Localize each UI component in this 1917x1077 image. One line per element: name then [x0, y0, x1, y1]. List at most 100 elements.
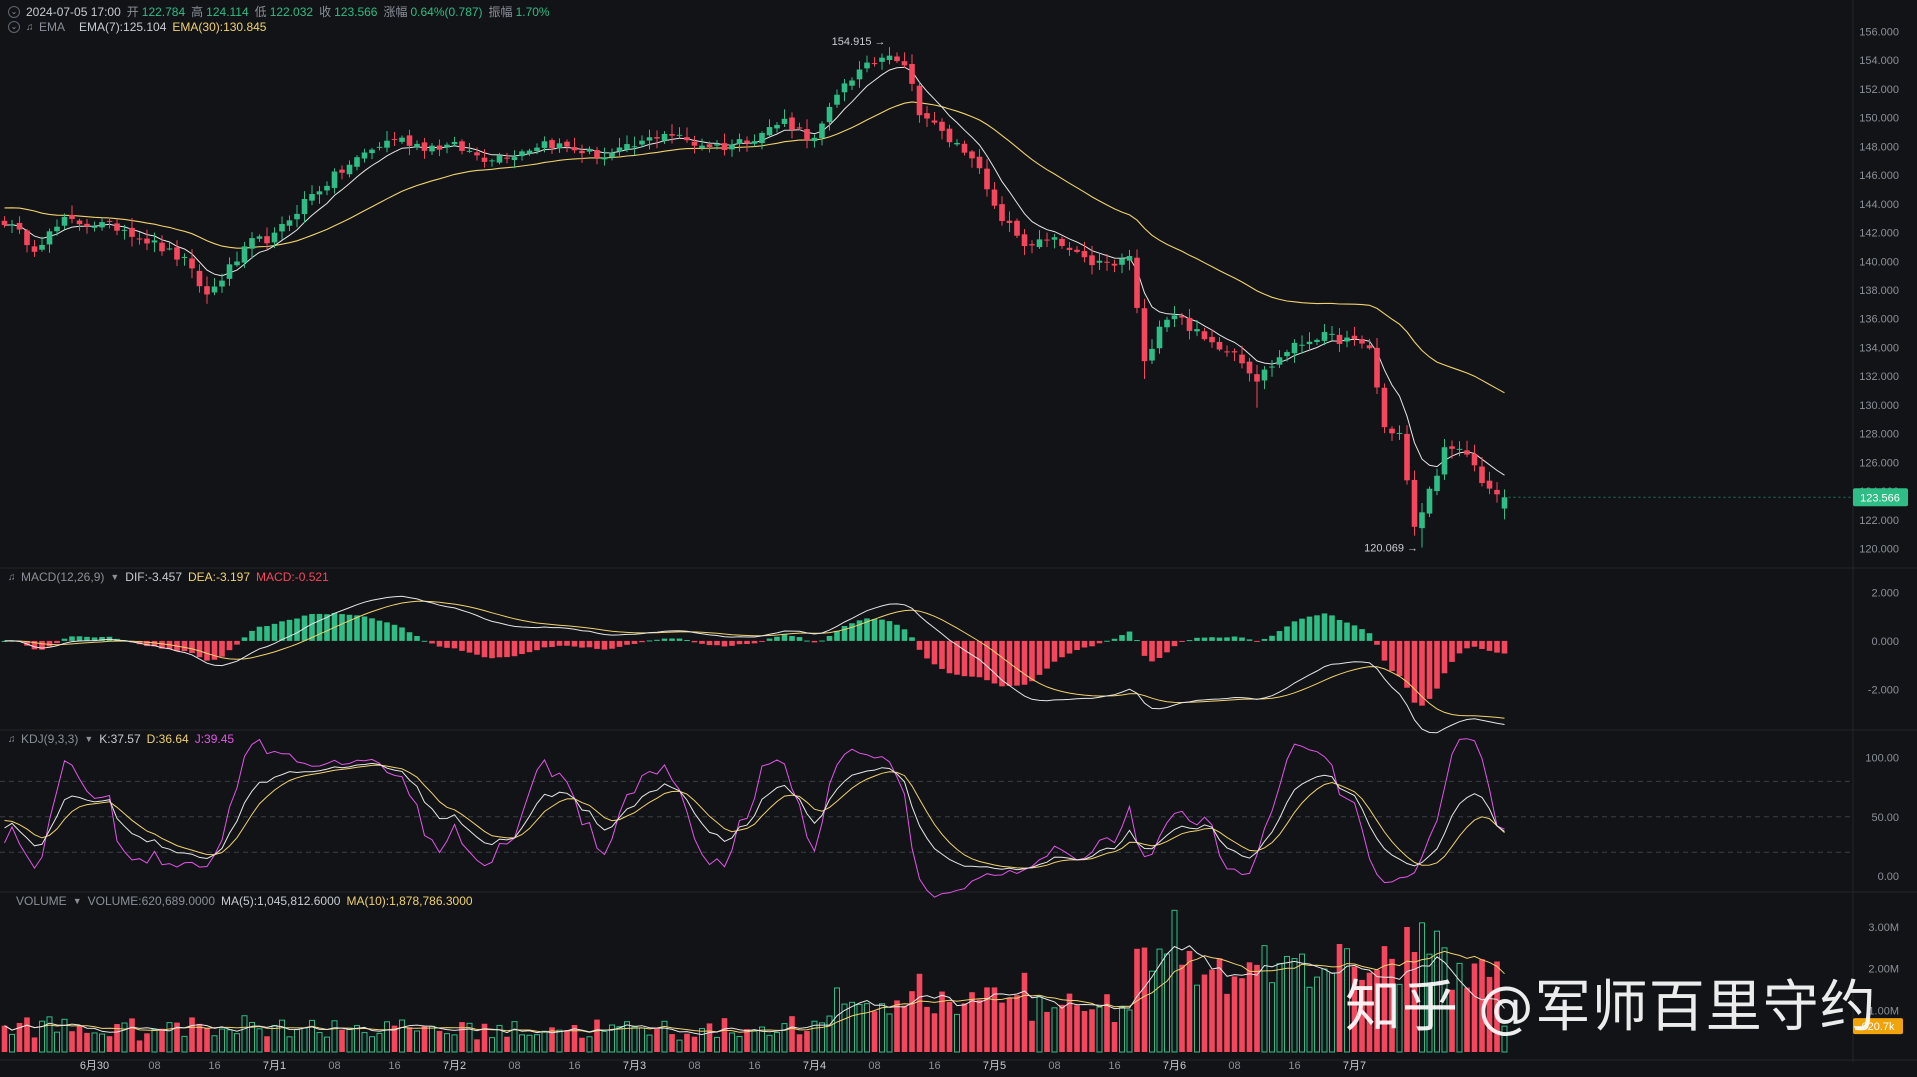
macd-histogram-bar	[841, 625, 848, 641]
volume-bar	[1216, 958, 1223, 1052]
candle-body	[976, 156, 983, 169]
candle-body	[219, 280, 225, 287]
candle-body	[1306, 341, 1313, 345]
time-tick-label: 08	[328, 1060, 340, 1072]
volume-bar	[714, 1036, 720, 1053]
chevron-down-icon[interactable]: ▼	[110, 572, 119, 582]
high-value: 124.114	[206, 4, 249, 19]
candle-body	[114, 223, 120, 231]
candle-body	[279, 223, 285, 232]
candle-body	[511, 157, 518, 161]
k-value: K:37.57	[99, 732, 141, 746]
volume-bar	[669, 1034, 675, 1052]
candle-body	[586, 148, 593, 152]
volume-bar	[1269, 982, 1275, 1053]
chevron-down-icon[interactable]: ▼	[73, 896, 82, 906]
volume-bar	[976, 999, 983, 1052]
candle-body	[324, 185, 330, 191]
macd-histogram-bar	[1374, 640, 1380, 645]
bell-icon[interactable]: ♫	[8, 734, 19, 745]
j-value: J:39.45	[194, 732, 235, 746]
price-tick-label: 154.000	[1859, 55, 1899, 67]
macd-histogram-bar	[1314, 615, 1320, 641]
volume-bar	[744, 1029, 750, 1052]
macd-histogram-bar	[196, 640, 203, 658]
macd-histogram-bar	[751, 640, 758, 644]
bell-icon[interactable]: ♫	[26, 22, 37, 33]
candle-body	[159, 242, 165, 252]
macd-histogram-bar	[1284, 626, 1290, 641]
macd-histogram-bar	[586, 640, 593, 648]
candle-body	[339, 169, 345, 173]
candle-body	[864, 62, 870, 69]
volume-bar	[736, 1036, 743, 1053]
candle-body	[1074, 249, 1080, 252]
candle-body	[459, 141, 465, 151]
candle-body	[999, 204, 1005, 222]
candle-body	[699, 145, 705, 148]
macd-histogram-bar	[1209, 637, 1215, 641]
volume-bar	[984, 987, 990, 1052]
time-tick-label: 7月1	[263, 1060, 286, 1072]
macd-histogram-bar	[1201, 637, 1208, 641]
volume-bar	[751, 1030, 758, 1053]
change-label: 涨幅	[383, 5, 408, 19]
candle-body	[1201, 331, 1208, 340]
candle-body	[609, 152, 615, 158]
volume-bar	[924, 1006, 930, 1052]
candle-body	[241, 246, 248, 263]
macd-histogram-bar	[556, 640, 563, 646]
candle-body	[519, 151, 525, 157]
macd-histogram-bar	[691, 640, 698, 643]
volume-bar	[1284, 955, 1290, 1053]
macd-value: MACD:-0.521	[256, 570, 329, 584]
macd-histogram-bar	[1104, 640, 1110, 642]
volume-bar	[1171, 909, 1178, 1053]
volume-bar	[459, 1022, 465, 1052]
macd-histogram-bar	[271, 623, 278, 641]
low-marker: 120.069 →	[1364, 543, 1418, 555]
volume-bar	[1276, 963, 1283, 1053]
macd-histogram-bar	[744, 640, 750, 645]
candle-body	[474, 152, 480, 156]
candle-body	[1164, 319, 1170, 328]
bell-icon[interactable]: ♫	[8, 572, 19, 583]
candle-body	[1501, 497, 1508, 509]
collapse-icon[interactable]: ⌄	[8, 21, 20, 33]
price-tick-label: 148.000	[1859, 141, 1899, 153]
candle-body	[211, 286, 218, 293]
time-tick-label: 7月2	[443, 1060, 466, 1072]
volume-bar	[436, 1030, 443, 1052]
volume-bar	[1224, 993, 1230, 1052]
candle-body	[556, 143, 563, 149]
macd-histogram-bar	[1411, 640, 1418, 703]
open-label: 开	[126, 5, 139, 19]
volume-bar	[774, 1031, 780, 1053]
candle-body	[991, 189, 998, 206]
volume-bar	[256, 1028, 263, 1053]
candle-body	[91, 226, 98, 228]
volume-bar	[894, 1000, 900, 1052]
macd-dea-line	[4, 600, 1505, 719]
candle-body	[376, 146, 383, 148]
macd-histogram-bar	[916, 640, 923, 650]
price-tick-label: 122.000	[1859, 515, 1899, 527]
volume-bar	[676, 1039, 683, 1053]
chevron-down-icon[interactable]: ▼	[84, 734, 93, 744]
collapse-icon[interactable]: ⌄	[8, 5, 20, 18]
candle-body	[601, 157, 608, 160]
macd-tick-label: 2.000	[1871, 588, 1899, 600]
volume-bar	[954, 1013, 960, 1053]
macd-histogram-bar	[624, 640, 630, 645]
volume-bar	[474, 1039, 480, 1052]
candle-body	[189, 258, 195, 269]
macd-histogram-bar	[811, 640, 818, 643]
candle-body	[901, 61, 908, 66]
candle-body	[916, 85, 923, 116]
macd-histogram-bar	[451, 640, 458, 649]
macd-histogram-bar	[1261, 638, 1268, 641]
volume-value: VOLUME:620,689.0000	[87, 894, 216, 908]
candle-body	[924, 113, 930, 119]
macd-histogram-bar	[601, 640, 608, 650]
volume-bar	[706, 1023, 713, 1052]
